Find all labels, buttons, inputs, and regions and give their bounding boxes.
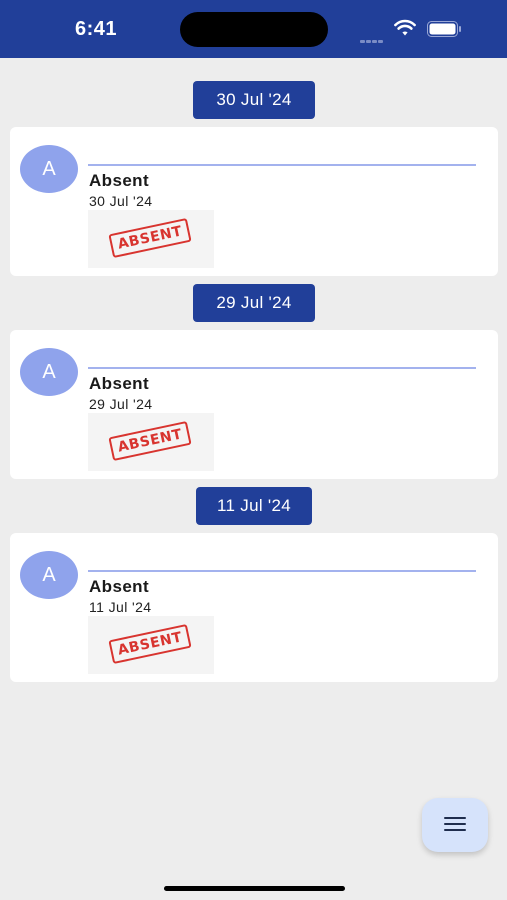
cellular-signal-icon (360, 30, 386, 43)
attendance-card[interactable]: A Absent 29 Jul '24 ABSENT (10, 330, 498, 479)
menu-icon (444, 817, 466, 833)
date-header: 29 Jul '24 (193, 284, 315, 322)
attendance-card[interactable]: A Absent 11 Jul '24 ABSENT (10, 533, 498, 682)
wifi-icon (394, 19, 416, 36)
card-date: 29 Jul '24 (89, 396, 153, 412)
absent-stamp-image: ABSENT (108, 623, 192, 665)
home-indicator (164, 886, 345, 891)
avatar: A (20, 348, 78, 396)
card-title: Absent (89, 374, 150, 393)
card-date: 30 Jul '24 (89, 193, 153, 209)
status-bar: 6:41 (0, 0, 507, 58)
card-title: Absent (89, 171, 150, 190)
dynamic-island (180, 12, 328, 47)
menu-fab-button[interactable] (422, 798, 488, 852)
card-title: Absent (89, 577, 150, 596)
avatar: A (20, 551, 78, 599)
avatar: A (20, 145, 78, 193)
status-time: 6:41 (75, 18, 118, 40)
absent-stamp-image: ABSENT (108, 420, 192, 462)
battery-icon (427, 21, 461, 37)
date-header: 11 Jul '24 (196, 487, 312, 525)
attachment-thumbnail[interactable]: ABSENT (88, 616, 214, 674)
attachment-thumbnail[interactable]: ABSENT (88, 210, 214, 268)
date-header: 30 Jul '24 (193, 81, 315, 119)
attachment-thumbnail[interactable]: ABSENT (88, 413, 214, 471)
attendance-card[interactable]: A Absent 30 Jul '24 ABSENT (10, 127, 498, 276)
card-divider (88, 164, 476, 166)
absent-stamp-image: ABSENT (108, 217, 192, 259)
card-divider (88, 367, 476, 369)
card-divider (88, 570, 476, 572)
card-date: 11 Jul '24 (89, 599, 152, 615)
